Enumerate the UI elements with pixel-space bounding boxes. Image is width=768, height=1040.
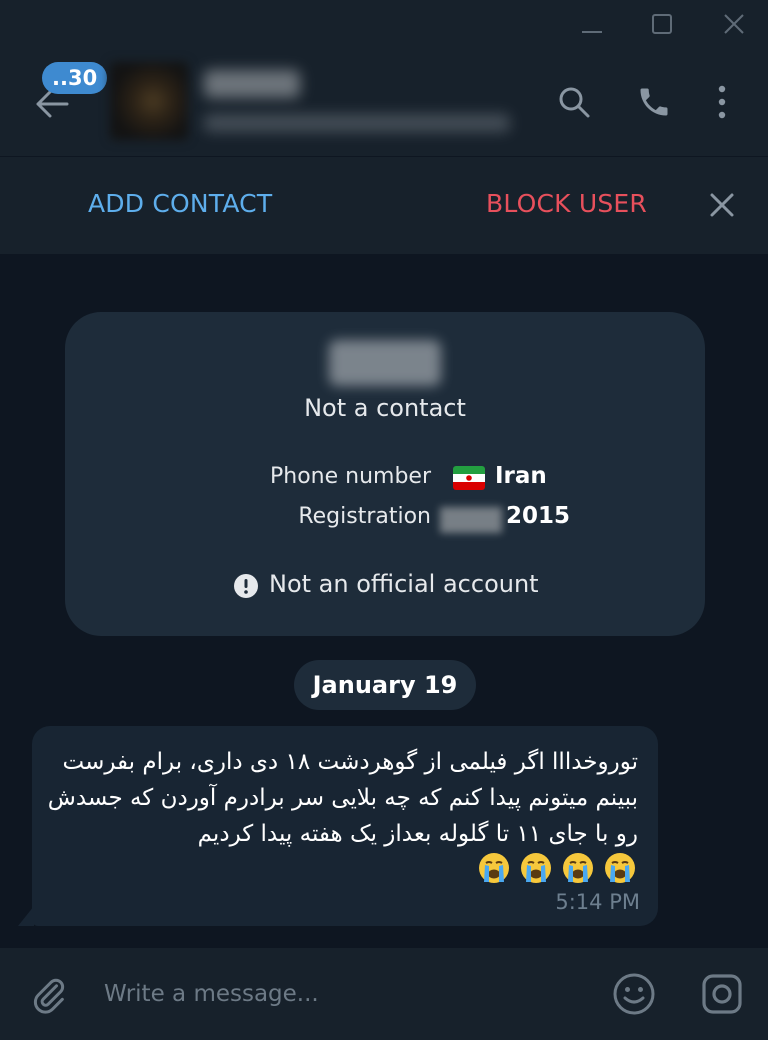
contact-status-text: Not a contact: [304, 394, 466, 422]
unread-count-badge[interactable]: ..30: [42, 62, 108, 94]
minimize-icon[interactable]: [568, 0, 616, 48]
loudly-crying-face-icon: [605, 853, 635, 883]
smiley-icon[interactable]: [610, 970, 658, 1018]
phone-country: Iran: [495, 463, 547, 489]
message-input[interactable]: [96, 970, 592, 1018]
exclamation-circle-icon: [234, 574, 258, 598]
contact-name-redacted[interactable]: [204, 70, 300, 98]
more-vertical-icon[interactable]: [698, 78, 746, 126]
iran-flag-icon: [453, 466, 485, 490]
message-bubble-tail: [18, 906, 34, 926]
maximize-icon[interactable]: [638, 0, 686, 48]
instant-camera-icon[interactable]: [698, 970, 746, 1018]
phone-number-label: Phone number: [269, 464, 431, 489]
block-user-button[interactable]: BLOCK USER: [486, 189, 647, 218]
avatar[interactable]: [110, 62, 188, 140]
registration-label: Registration: [298, 504, 431, 529]
telegram-window: ..30 ADD CONTACT BLOCK USER Not a contac…: [0, 0, 768, 1040]
message-emoji-row: [478, 852, 638, 886]
window-title-bar: [0, 0, 768, 48]
date-separator: January 19: [294, 660, 476, 710]
contact-info-card: Not a contact Phone number Iran Registra…: [65, 312, 705, 636]
message-composer: [0, 948, 768, 1040]
message-text: توروخدااا اگر فیلمی از گوهردشت ۱۸ دی دار…: [47, 749, 638, 847]
loudly-crying-face-icon: [479, 853, 509, 883]
paperclip-icon[interactable]: [24, 970, 74, 1020]
loudly-crying-face-icon: [563, 853, 593, 883]
close-icon[interactable]: [698, 181, 746, 229]
add-contact-button[interactable]: ADD CONTACT: [88, 189, 272, 218]
registration-month-redacted: [440, 507, 502, 533]
card-name-redacted: [329, 340, 441, 386]
phone-call-icon[interactable]: [630, 78, 678, 126]
registration-year: 2015: [506, 503, 571, 529]
search-icon[interactable]: [550, 78, 598, 126]
window-close-icon[interactable]: [710, 0, 758, 48]
contact-status-redacted: [204, 114, 510, 132]
message-timestamp: 5:14 PM: [555, 890, 640, 914]
official-account-notice: Not an official account: [269, 570, 539, 598]
loudly-crying-face-icon: [521, 853, 551, 883]
chat-header: ..30: [0, 48, 768, 157]
contact-action-bar: ADD CONTACT BLOCK USER: [0, 157, 768, 255]
